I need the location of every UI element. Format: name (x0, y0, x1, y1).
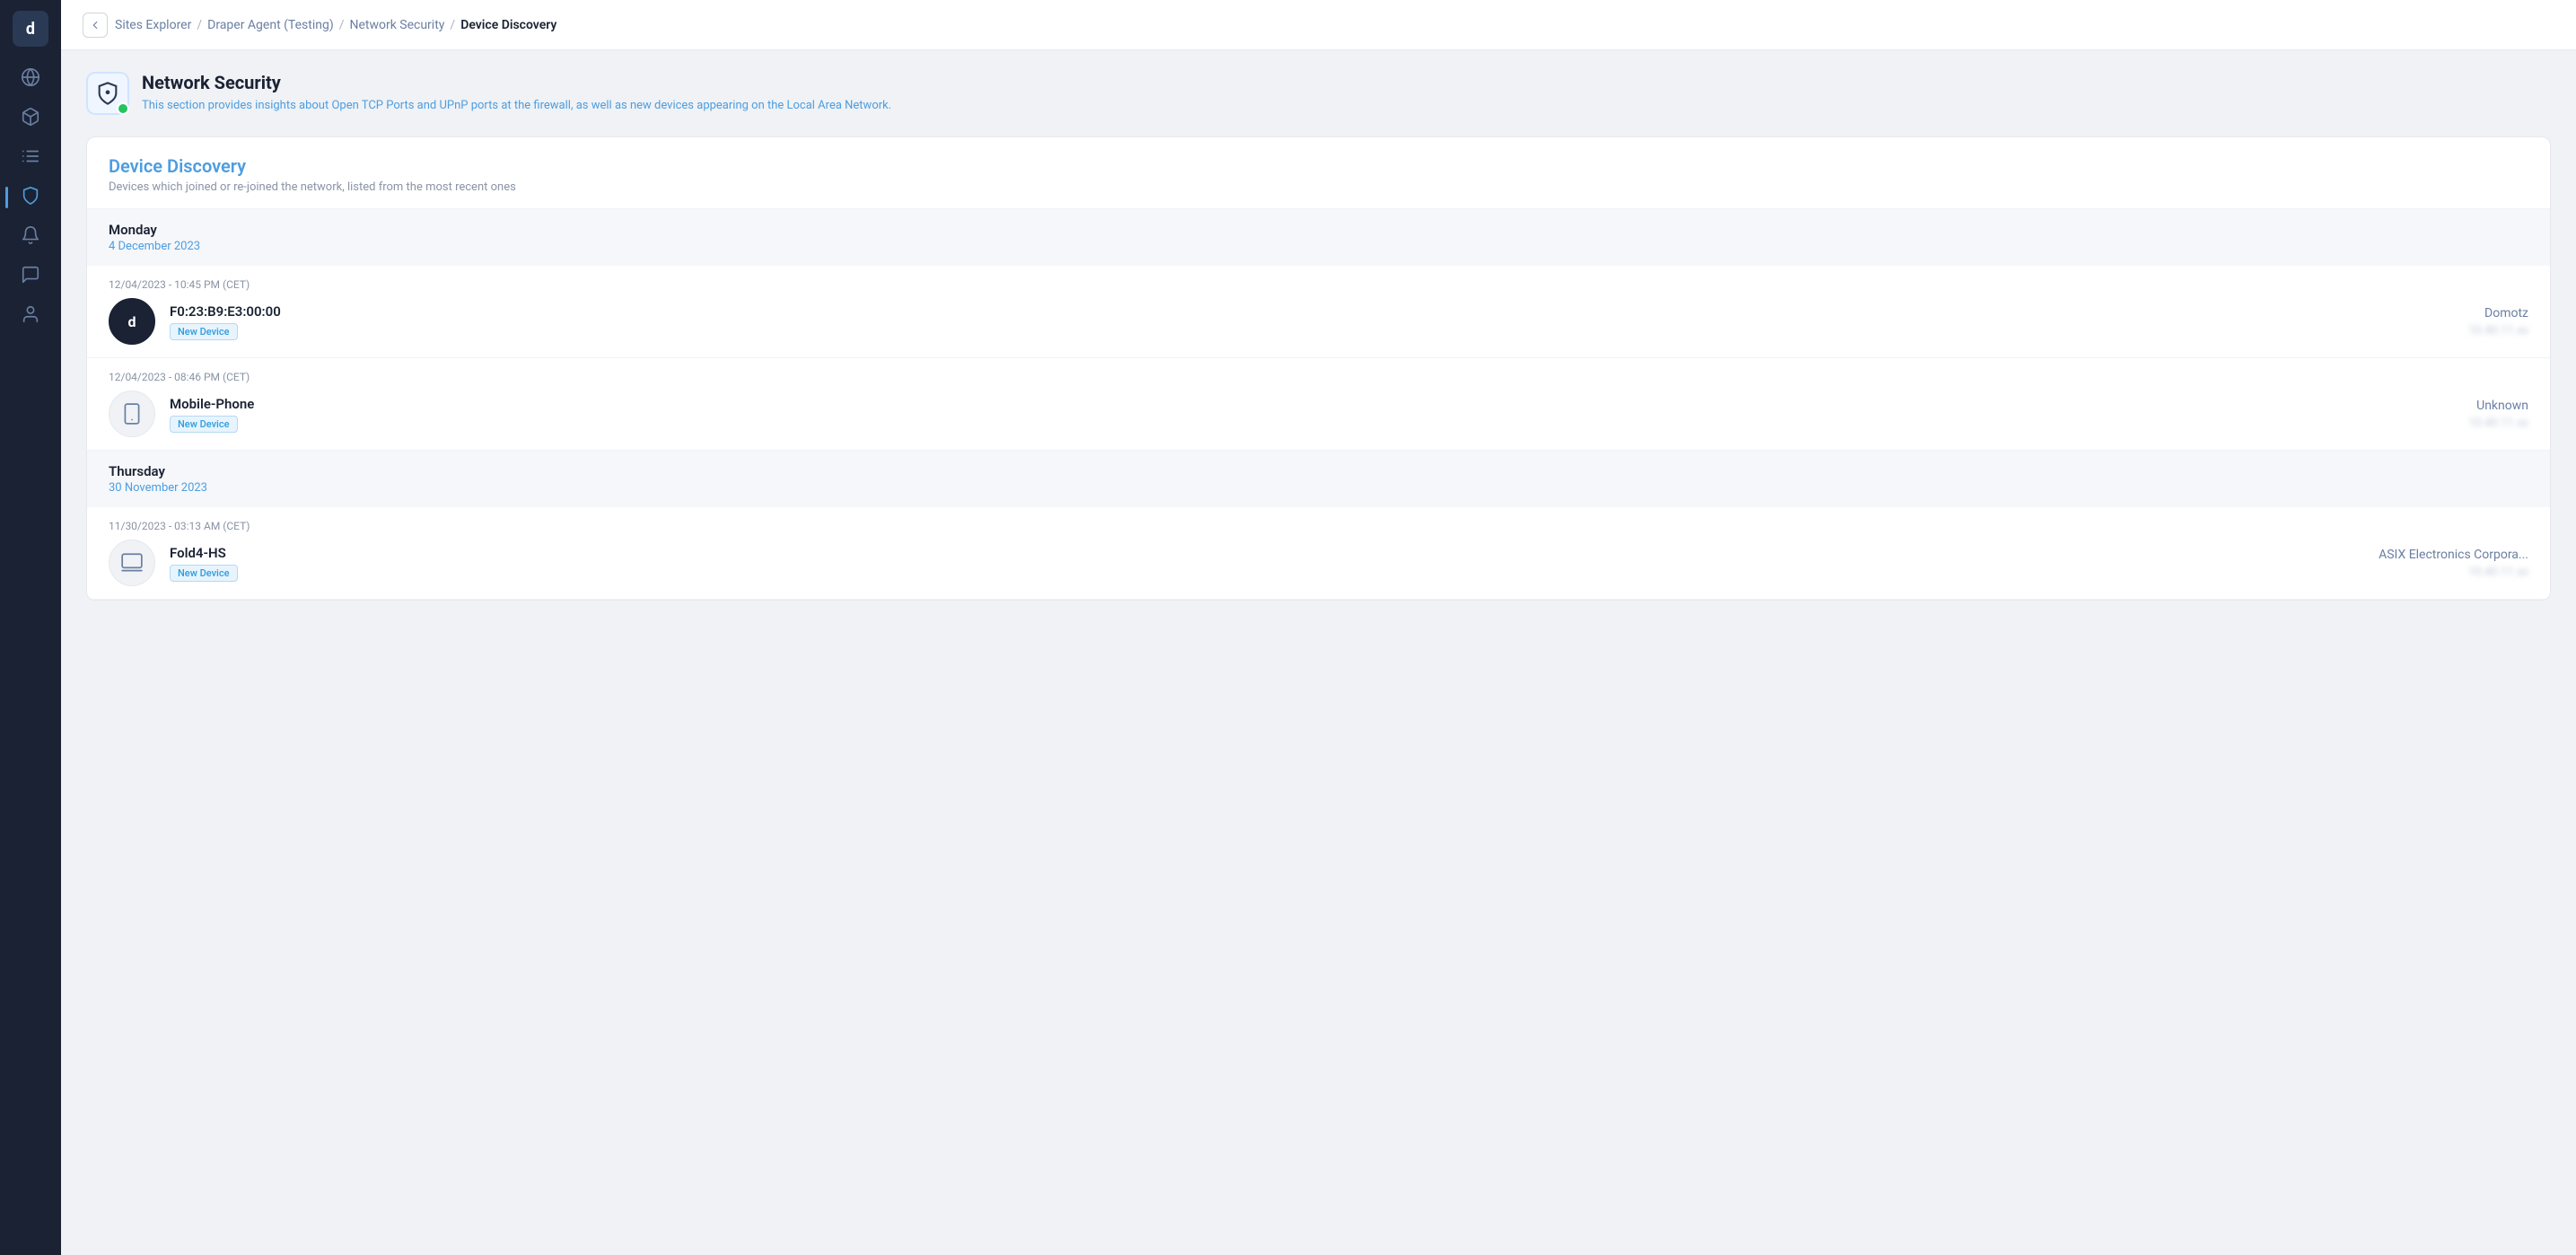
device-entry-fold4: 11/30/2023 - 03:13 AM (CET) Fold4-HS New… (87, 507, 2550, 600)
sidebar-item-cube[interactable] (13, 101, 48, 136)
sidebar-item-shield[interactable] (13, 180, 48, 215)
device-info-1: F0:23:B9:E3:00:00 New Device (170, 303, 2370, 340)
new-device-badge-3: New Device (170, 565, 238, 582)
device-ip-3: 10.40.11.xx (2379, 566, 2528, 579)
device-vendor-1: Domotz (2385, 306, 2528, 320)
section-text: Network Security This section provides i… (142, 72, 891, 115)
device-entry-domotz: 12/04/2023 - 10:45 PM (CET) d F0:23:B9:E… (87, 266, 2550, 358)
device-time-2: 12/04/2023 - 08:46 PM (CET) (109, 358, 2528, 391)
breadcrumb-sep-2: / (339, 18, 345, 32)
phone-icon (120, 402, 144, 426)
device-ip-2: 10.40.11.xx (2385, 417, 2528, 430)
section-description: This section provides insights about Ope… (142, 97, 891, 115)
new-device-badge-1: New Device (170, 323, 238, 340)
cube-icon (21, 107, 40, 130)
device-name-3: Fold4-HS (170, 545, 2364, 561)
section-title: Network Security (142, 72, 891, 93)
shield-icon (21, 186, 40, 209)
device-vendor-2: Unknown (2385, 399, 2528, 413)
card-header: Device Discovery Devices which joined or… (87, 137, 2550, 209)
section-icon (86, 72, 129, 115)
device-meta-1: Domotz 10.40.11.xx (2385, 306, 2528, 338)
content-area: Network Security This section provides i… (61, 50, 2576, 1255)
laptop-icon (120, 551, 144, 575)
chat-icon (21, 265, 40, 288)
breadcrumb-draper-agent[interactable]: Draper Agent (Testing) (207, 18, 334, 32)
device-info-3: Fold4-HS New Device (170, 545, 2364, 582)
app-logo: d (13, 11, 48, 47)
device-ip-1: 10.40.11.xx (2385, 324, 2528, 338)
day-name-monday: Monday (109, 222, 2528, 238)
breadcrumb-sep-3: / (450, 18, 455, 32)
device-avatar-laptop (109, 540, 155, 586)
day-date-thursday: 30 November 2023 (109, 481, 2528, 495)
section-header: Network Security This section provides i… (86, 72, 2551, 115)
shield-lock-icon (95, 81, 120, 106)
bell-icon (21, 225, 40, 249)
card-title: Device Discovery (109, 155, 2528, 177)
main-area: Sites Explorer / Draper Agent (Testing) … (61, 0, 2576, 1255)
device-avatar-phone (109, 391, 155, 437)
device-discovery-card: Device Discovery Devices which joined or… (86, 136, 2551, 601)
device-meta-2: Unknown 10.40.11.xx (2385, 399, 2528, 430)
user-icon (21, 304, 40, 328)
sidebar-item-list[interactable] (13, 140, 48, 176)
device-name-2: Mobile-Phone (170, 396, 2370, 412)
device-time-1: 12/04/2023 - 10:45 PM (CET) (109, 266, 2528, 298)
day-group-monday: Monday 4 December 2023 (87, 209, 2550, 266)
breadcrumb-sites-explorer[interactable]: Sites Explorer (115, 18, 191, 32)
breadcrumb-current: Device Discovery (460, 18, 556, 32)
breadcrumb-network-security[interactable]: Network Security (349, 18, 444, 32)
device-row-2[interactable]: Mobile-Phone New Device Unknown 10.40.11… (109, 391, 2528, 450)
back-button[interactable] (83, 13, 108, 38)
device-row-1[interactable]: d F0:23:B9:E3:00:00 New Device Domotz 10… (109, 298, 2528, 357)
breadcrumb: Sites Explorer / Draper Agent (Testing) … (115, 18, 556, 32)
day-name-thursday: Thursday (109, 463, 2528, 479)
breadcrumb-sep-1: / (197, 18, 202, 32)
sidebar-item-bell[interactable] (13, 219, 48, 255)
header: Sites Explorer / Draper Agent (Testing) … (61, 0, 2576, 50)
list-icon (21, 146, 40, 170)
sidebar: d (0, 0, 61, 1255)
sidebar-item-globe[interactable] (13, 61, 48, 97)
day-group-thursday: Thursday 30 November 2023 (87, 451, 2550, 507)
sidebar-item-user[interactable] (13, 298, 48, 334)
device-vendor-3: ASIX Electronics Corpora... (2379, 548, 2528, 562)
device-time-3: 11/30/2023 - 03:13 AM (CET) (109, 507, 2528, 540)
device-entry-phone: 12/04/2023 - 08:46 PM (CET) Mobile-Phone… (87, 358, 2550, 451)
card-subtitle: Devices which joined or re-joined the ne… (109, 180, 2528, 194)
globe-icon (21, 67, 40, 91)
device-row-3[interactable]: Fold4-HS New Device ASIX Electronics Cor… (109, 540, 2528, 599)
sidebar-item-chat[interactable] (13, 259, 48, 294)
new-device-badge-2: New Device (170, 416, 238, 433)
status-online-dot (117, 102, 129, 115)
device-info-2: Mobile-Phone New Device (170, 396, 2370, 433)
device-avatar-domotz: d (109, 298, 155, 345)
device-name-1: F0:23:B9:E3:00:00 (170, 303, 2370, 320)
day-date-monday: 4 December 2023 (109, 240, 2528, 253)
device-meta-3: ASIX Electronics Corpora... 10.40.11.xx (2379, 548, 2528, 579)
